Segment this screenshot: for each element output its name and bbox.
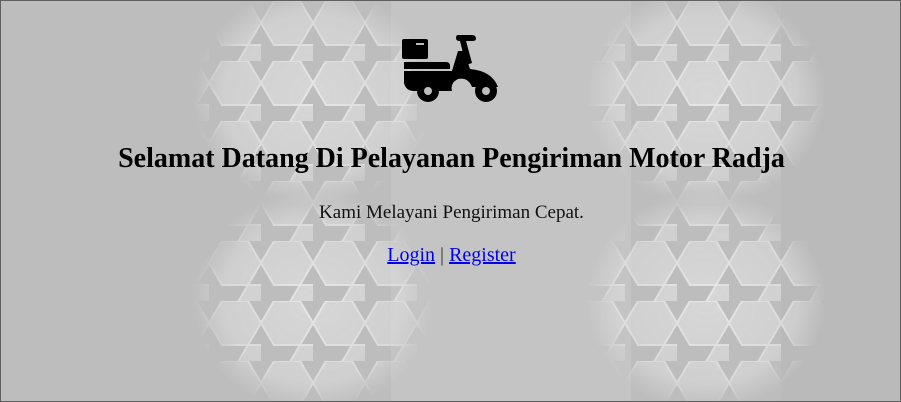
delivery-scooter-icon bbox=[402, 35, 498, 102]
link-separator: | bbox=[440, 244, 445, 266]
register-link[interactable]: Register bbox=[449, 244, 516, 266]
auth-links: Login | Register bbox=[1, 244, 900, 267]
page-title: Selamat Datang Di Pelayanan Pengiriman M… bbox=[118, 143, 785, 174]
page-frame: Selamat Datang Di Pelayanan Pengiriman M… bbox=[0, 0, 901, 402]
login-link[interactable]: Login bbox=[387, 244, 435, 266]
tagline-text: Kami Melayani Pengiriman Cepat. bbox=[319, 202, 584, 223]
